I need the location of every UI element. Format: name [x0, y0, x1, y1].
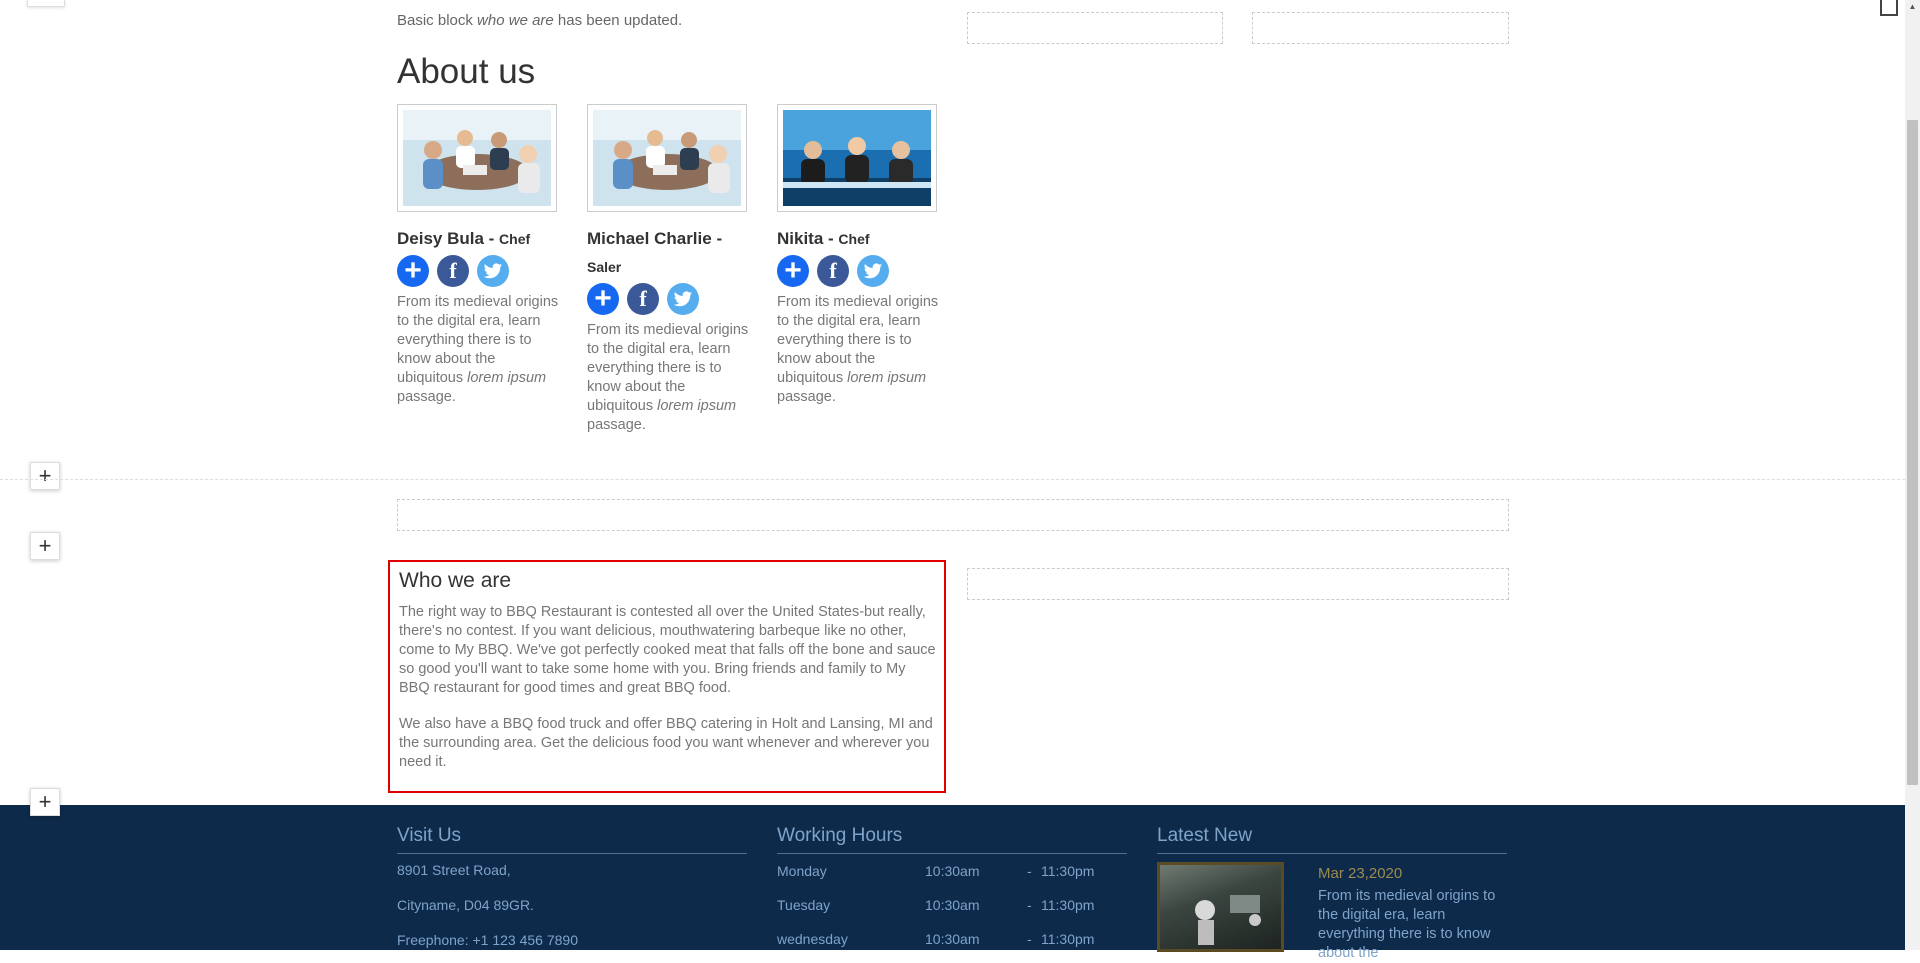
hours-day: Monday — [777, 863, 827, 879]
hours-dash: - — [1027, 931, 1032, 947]
scrollbar-thumb[interactable] — [1907, 120, 1918, 785]
hours-dash: - — [1027, 863, 1032, 879]
team-member-card: Deisy Bula - Chef + f From its medieval … — [397, 104, 559, 407]
update-notice: Basic block who we are has been updated. — [397, 12, 683, 29]
member-photo — [403, 110, 551, 206]
team-member-card: Nikita - Chef + f From its medieval orig… — [777, 104, 939, 407]
facebook-icon[interactable]: f — [817, 255, 849, 287]
hours-close: 11:30pm — [1041, 931, 1095, 947]
add-section-button[interactable]: + — [30, 532, 60, 560]
twitter-icon[interactable] — [857, 255, 889, 287]
add-section-button[interactable]: + — [30, 462, 60, 490]
latest-news-title: Latest New — [1157, 825, 1507, 854]
about-title: About us — [397, 52, 536, 91]
hours-dash: - — [1027, 897, 1032, 913]
social-links: + f — [587, 283, 749, 315]
hours-open: 10:30am — [925, 863, 980, 879]
hours-day: Tuesday — [777, 897, 831, 913]
who-we-are-block[interactable]: Who we are The right way to BBQ Restaura… — [388, 560, 946, 793]
empty-block-placeholder[interactable] — [397, 499, 1509, 531]
facebook-icon[interactable]: f — [437, 255, 469, 287]
scroll-up-arrow-icon[interactable]: ▲ — [1906, 2, 1919, 12]
member-photo-frame — [777, 104, 937, 212]
hours-close: 11:30pm — [1041, 897, 1095, 913]
member-name-line: Nikita - Chef — [777, 229, 870, 248]
hours-close: 11:30pm — [1041, 863, 1095, 879]
news-thumbnail[interactable] — [1157, 862, 1284, 952]
member-photo-frame — [397, 104, 557, 212]
news-date: Mar 23,2020 — [1318, 865, 1403, 882]
member-bio: From its medieval origins to the digital… — [777, 294, 939, 405]
address-line: 8901 Street Road, — [397, 862, 511, 878]
hours-open: 10:30am — [925, 897, 980, 913]
site-footer: Visit Us 8901 Street Road, Cityname, D04… — [0, 805, 1905, 961]
phone-line: Freephone: +1 123 456 7890 — [397, 932, 578, 948]
social-links: + f — [397, 255, 559, 287]
empty-block-placeholder[interactable] — [967, 12, 1223, 44]
editor-panel-icon[interactable] — [1880, 0, 1898, 16]
who-we-are-paragraph: We also have a BBQ food truck and offer … — [399, 716, 933, 770]
member-photo — [783, 110, 931, 206]
news-excerpt[interactable]: From its medieval origins to the digital… — [1318, 887, 1508, 963]
twitter-icon[interactable] — [667, 283, 699, 315]
twitter-icon[interactable] — [477, 255, 509, 287]
plus-icon[interactable]: + — [587, 283, 619, 315]
member-bio: From its medieval origins to the digital… — [397, 294, 559, 405]
who-we-are-paragraph: The right way to BBQ Restaurant is conte… — [399, 604, 936, 696]
visit-us-title: Visit Us — [397, 825, 747, 854]
facebook-icon[interactable]: f — [627, 283, 659, 315]
section-separator — [0, 479, 1905, 480]
member-bio: From its medieval origins to the digital… — [587, 322, 749, 433]
member-photo-frame — [587, 104, 747, 212]
working-hours-title: Working Hours — [777, 825, 1127, 854]
member-name-line: Michael Charlie - Saler — [587, 229, 723, 275]
top-add-button-edge[interactable] — [27, 0, 65, 7]
plus-icon[interactable]: + — [397, 255, 429, 287]
member-name-line: Deisy Bula - Chef — [397, 229, 531, 248]
who-we-are-title: Who we are — [399, 569, 512, 592]
empty-block-placeholder[interactable] — [1252, 12, 1509, 44]
add-section-button[interactable]: + — [30, 788, 60, 816]
address-line: Cityname, D04 89GR. — [397, 897, 534, 913]
hours-day: wednesday — [777, 931, 848, 947]
plus-icon[interactable]: + — [777, 255, 809, 287]
hours-open: 10:30am — [925, 931, 980, 947]
social-links: + f — [777, 255, 939, 287]
team-member-card: Michael Charlie - Saler + f From its med… — [587, 104, 749, 435]
member-photo — [593, 110, 741, 206]
empty-block-placeholder[interactable] — [967, 568, 1509, 600]
